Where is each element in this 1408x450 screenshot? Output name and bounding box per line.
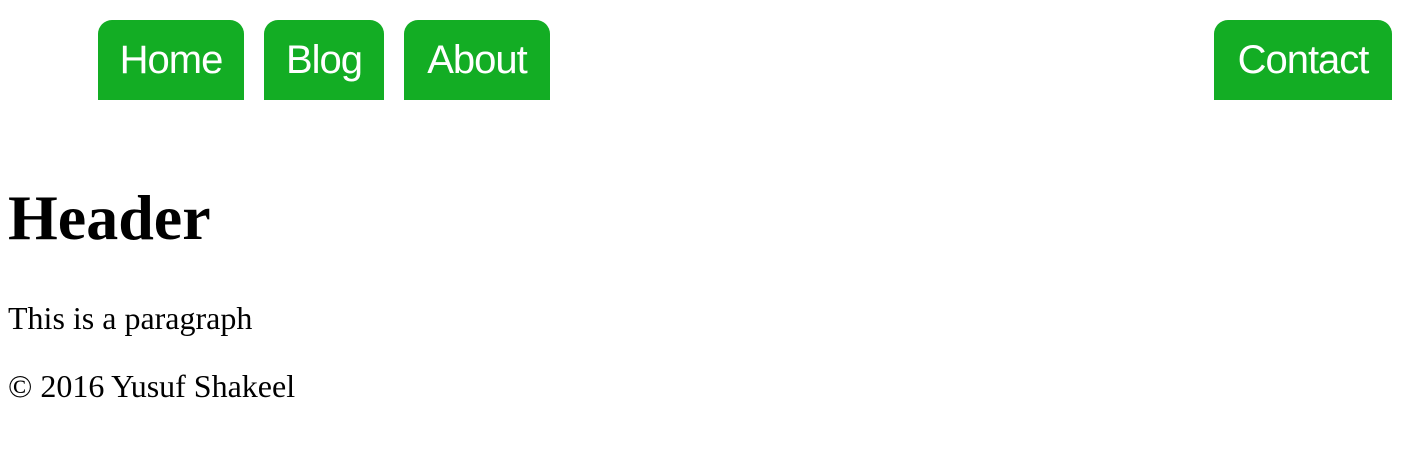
body-paragraph: This is a paragraph: [8, 300, 253, 336]
top-navigation: Home Blog About Contact: [0, 20, 1408, 100]
nav-home-button[interactable]: Home: [98, 20, 244, 100]
nav-about-button[interactable]: About: [404, 20, 550, 100]
nav-blog-button[interactable]: Blog: [264, 20, 384, 100]
nav-contact-button[interactable]: Contact: [1214, 20, 1392, 100]
page-header: Header: [8, 182, 211, 253]
footer-copyright: © 2016 Yusuf Shakeel: [8, 368, 296, 404]
